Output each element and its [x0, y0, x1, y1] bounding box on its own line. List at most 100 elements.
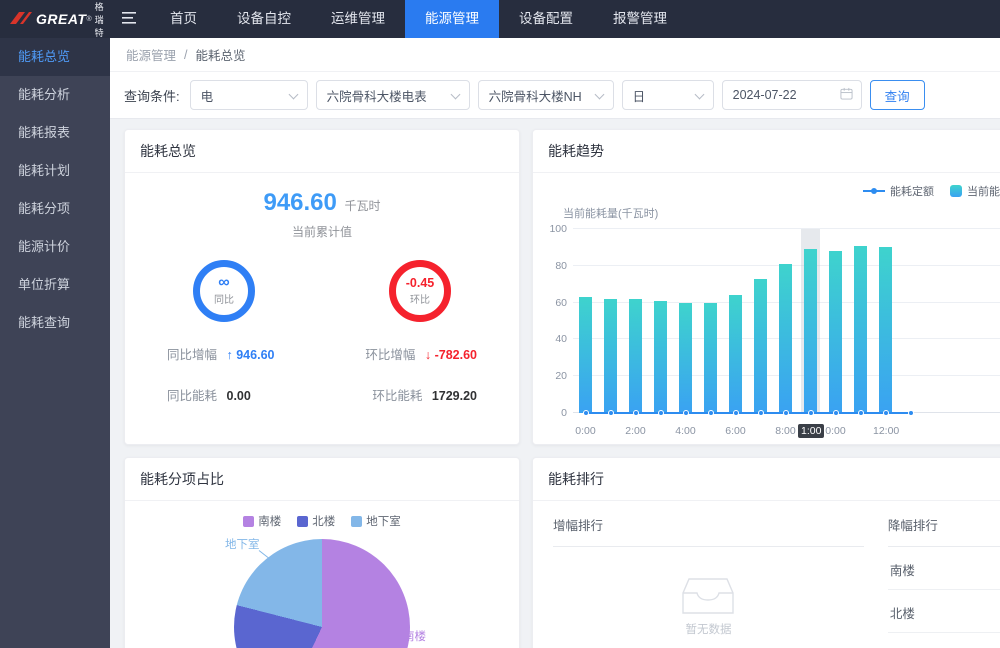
trend-bar-slot[interactable]: [748, 229, 773, 413]
arrow-down-icon: ↓: [425, 348, 431, 362]
breadcrumb-separator: /: [184, 48, 187, 62]
arrow-up-icon: ↑: [227, 348, 233, 362]
decrease-rank-header: 降幅排行: [888, 515, 1000, 547]
rank-item[interactable]: 地下室: [888, 633, 1000, 648]
yoy-ring: ∞ 同比: [193, 260, 255, 322]
trend-bar-slot[interactable]: [598, 229, 623, 413]
trend-legend: 能耗定额 当前能耗: [863, 183, 1000, 199]
sidebar-item[interactable]: 能耗分项: [0, 190, 110, 228]
breadcrumb-current: 能耗总览: [196, 45, 246, 64]
trend-plot: 020406080100: [573, 229, 1000, 413]
filter-select[interactable]: 电: [190, 80, 308, 110]
mom-growth-value: -782.60: [435, 348, 477, 362]
mom-ring-value: -0.45: [406, 276, 435, 290]
legend-current-label: 当前能耗: [967, 183, 1000, 199]
mom-growth: 环比增幅 ↓ -782.60: [365, 344, 477, 363]
pie-legend-item[interactable]: 南楼: [243, 513, 281, 529]
yoy-energy: 同比能耗 0.00: [167, 385, 251, 404]
pie-legend-item[interactable]: 北楼: [297, 513, 335, 529]
sidebar-item[interactable]: 能耗报表: [0, 114, 110, 152]
sidebar-item[interactable]: 能耗总览: [0, 38, 110, 76]
trend-bar-slot[interactable]: [623, 229, 648, 413]
yoy-growth-value: 946.60: [236, 348, 274, 362]
trend-chart: 能耗定额 当前能耗 当前能耗量(千瓦时) 020406080100 0:002:…: [533, 173, 1000, 445]
menu-item[interactable]: 能源管理: [405, 0, 499, 38]
pie-callout-basement: 地下室: [225, 536, 260, 552]
legend-item-current[interactable]: 当前能耗: [950, 183, 1000, 199]
total-energy-caption: 当前累计值: [125, 223, 519, 240]
trend-bar-slot[interactable]: [673, 229, 698, 413]
filter-select[interactable]: 六院骨科大楼电表: [316, 80, 470, 110]
main-content: 能源管理 / 能耗总览 查询条件: 电六院骨科大楼电表六院骨科大楼NH 日 202…: [110, 38, 1000, 648]
topbar: GREAT ® 格瑞特 首页设备自控运维管理能源管理设备配置报警管理: [0, 0, 1000, 38]
trend-bar-slot[interactable]: [698, 229, 723, 413]
rank-item[interactable]: 北楼: [888, 590, 1000, 633]
top-menu: 首页设备自控运维管理能源管理设备配置报警管理: [150, 0, 687, 38]
overview-card-title: 能耗总览: [125, 130, 519, 173]
menu-item[interactable]: 首页: [150, 0, 217, 38]
trend-bar-slot[interactable]: [798, 229, 823, 413]
total-energy-value: 946.60: [263, 189, 336, 216]
axis-pointer-label: 1:00: [798, 424, 824, 438]
rank-card-title: 能耗排行: [533, 458, 1000, 501]
dashboard-cards: 能耗总览 946.60 千瓦时 当前累计值 ∞ 同比 -0.45 环比: [110, 119, 1000, 648]
total-energy-unit: 千瓦时: [345, 199, 381, 213]
filter-select[interactable]: 六院骨科大楼NH: [478, 80, 614, 110]
yoy-growth-label: 同比增幅: [167, 348, 217, 362]
sidebar-collapse-button[interactable]: [110, 0, 150, 38]
brand-name-cn: 格瑞特: [95, 0, 110, 39]
trend-bar-slot[interactable]: [898, 229, 923, 413]
trend-bar-slot[interactable]: [848, 229, 873, 413]
trend-bar-slot[interactable]: [573, 229, 598, 413]
trend-bar-slot[interactable]: [773, 229, 798, 413]
trend-bar-slot[interactable]: [648, 229, 673, 413]
trend-bar-slot[interactable]: [823, 229, 848, 413]
legend-item-quota[interactable]: 能耗定额: [863, 183, 934, 199]
mom-energy-label: 环比能耗: [372, 389, 422, 403]
sidebar-item[interactable]: 单位折算: [0, 266, 110, 304]
brand-name: GREAT: [36, 11, 86, 27]
rank-item[interactable]: 南楼: [888, 547, 1000, 590]
mom-energy: 环比能耗 1729.20: [372, 385, 477, 404]
line-series-icon: [863, 187, 885, 195]
filter-select[interactable]: 日: [622, 80, 714, 110]
bar-series-icon: [950, 185, 962, 197]
trend-bar-slot[interactable]: [723, 229, 748, 413]
date-picker[interactable]: 2024-07-22: [722, 80, 862, 110]
brand-logo: GREAT ® 格瑞特: [0, 0, 110, 38]
trend-x-axis: 0:002:004:006:008:001:000:0012:00: [573, 425, 923, 437]
overview-body: 946.60 千瓦时 当前累计值 ∞ 同比 -0.45 环比: [125, 173, 519, 404]
brand-registered-mark: ®: [86, 16, 91, 23]
menu-item[interactable]: 设备配置: [499, 0, 593, 38]
energy-trend-card: 能耗趋势 能耗定额 当前能耗 当前能耗量(千瓦时) 020406080100 0…: [532, 129, 1000, 445]
empty-state: 暂无数据: [553, 577, 864, 637]
menu-item[interactable]: 运维管理: [311, 0, 405, 38]
calendar-icon: [840, 87, 853, 103]
filter-bar: 查询条件: 电六院骨科大楼电表六院骨科大楼NH 日 2024-07-22 查询: [110, 72, 1000, 119]
energy-overview-card: 能耗总览 946.60 千瓦时 当前累计值 ∞ 同比 -0.45 环比: [124, 129, 520, 445]
yoy-ring-label: 同比: [214, 291, 234, 306]
menu-item[interactable]: 报警管理: [593, 0, 687, 38]
mom-ring: -0.45 环比: [389, 260, 451, 322]
empty-text: 暂无数据: [685, 624, 731, 636]
query-button[interactable]: 查询: [870, 80, 925, 110]
filter-label: 查询条件:: [124, 86, 180, 105]
menu-item[interactable]: 设备自控: [217, 0, 311, 38]
breadcrumb-parent[interactable]: 能源管理: [126, 45, 176, 64]
decrease-rank-column: 降幅排行 南楼北楼地下室: [888, 515, 1000, 648]
pie-legend: 南楼北楼地下室: [125, 513, 519, 529]
pie-callout-south: 南楼: [403, 628, 426, 644]
sidebar: 能耗总览能耗分析能耗报表能耗计划能耗分项能源计价单位折算能耗查询: [0, 38, 110, 648]
yoy-growth: 同比增幅 ↑ 946.60: [167, 344, 274, 363]
empty-box-icon: [553, 577, 864, 615]
pie-legend-item[interactable]: 地下室: [351, 513, 401, 529]
sidebar-item[interactable]: 能耗计划: [0, 152, 110, 190]
energy-ranking-card: 能耗排行 增幅排行 暂无数据 降幅排行 南楼北楼地下室: [532, 457, 1000, 648]
sidebar-item[interactable]: 能源计价: [0, 228, 110, 266]
yoy-energy-value: 0.00: [227, 389, 251, 403]
trend-bar-slot[interactable]: [873, 229, 898, 413]
sidebar-item[interactable]: 能耗分析: [0, 76, 110, 114]
sidebar-item[interactable]: 能耗查询: [0, 304, 110, 342]
mom-energy-value: 1729.20: [432, 389, 477, 403]
pie-card-title: 能耗分项占比: [125, 458, 519, 501]
